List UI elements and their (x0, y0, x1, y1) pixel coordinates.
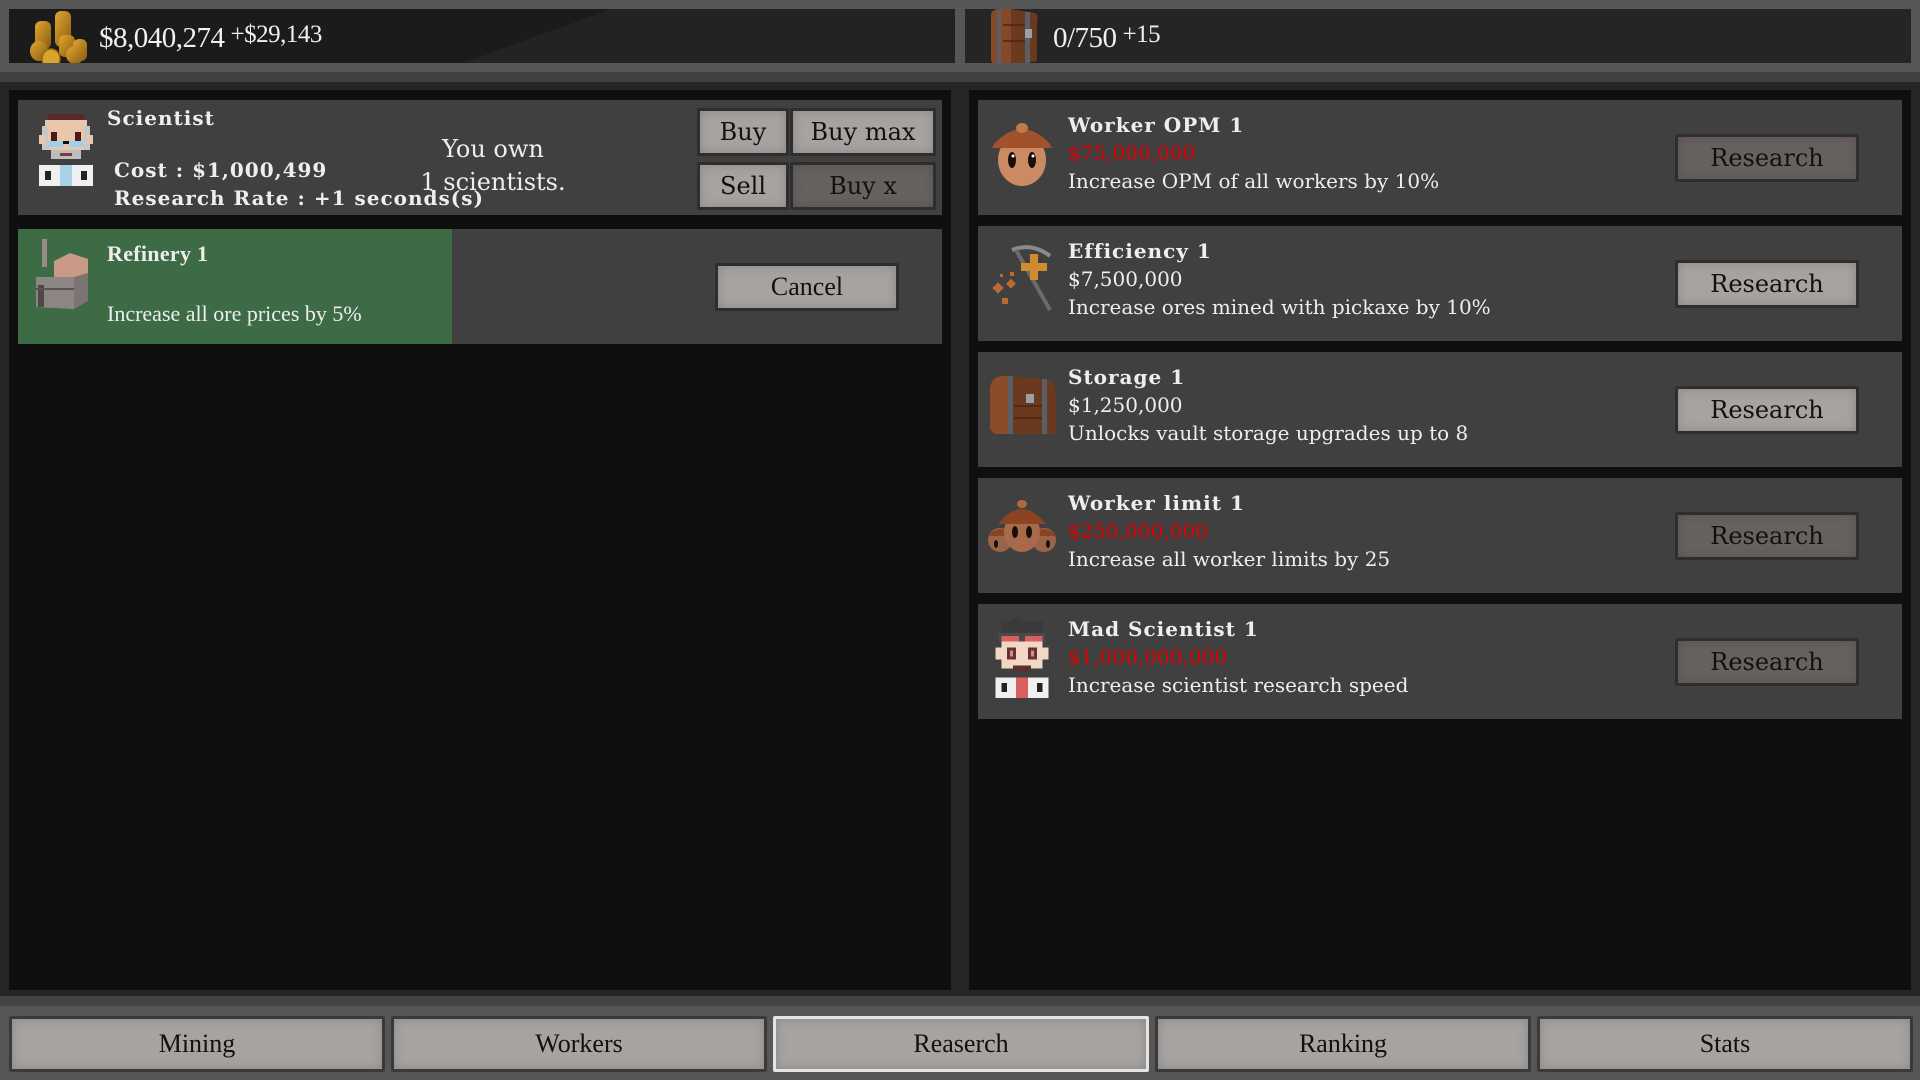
research-name: Storage 1 (1068, 365, 1186, 389)
research-price: $1,000,000,000 (1068, 645, 1228, 669)
research-description: Increase scientist research speed (1068, 673, 1409, 697)
research-item-mad-scientist: Mad Scientist 1 $1,000,000,000 Increase … (978, 604, 1902, 719)
research-list-panel: Worker OPM 1 $75,000,000 Increase OPM of… (960, 82, 1920, 996)
tab-workers[interactable]: Workers (391, 1016, 767, 1072)
scientist-avatar-icon (39, 114, 93, 186)
pickaxe-plus-icon (992, 245, 1052, 311)
buy-button[interactable]: Buy (697, 108, 789, 156)
bottom-navigation: Mining Workers Reaserch Ranking Stats (0, 996, 1920, 1080)
research-list[interactable]: Worker OPM 1 $75,000,000 Increase OPM of… (969, 90, 1911, 990)
research-description: Unlocks vault storage upgrades up to 8 (1068, 421, 1469, 445)
research-name: Efficiency 1 (1068, 239, 1212, 263)
research-name: Worker limit 1 (1068, 491, 1245, 515)
active-research-description: Increase all ore prices by 5% (107, 301, 362, 326)
research-description: Increase ores mined with pickaxe by 10% (1068, 295, 1491, 319)
scientist-panel: Scientist Cost : $1,000,499 Research Rat… (0, 82, 960, 996)
sell-button[interactable]: Sell (697, 162, 789, 210)
chest-icon (991, 9, 1038, 63)
research-price: $250,000,000 (1068, 519, 1208, 543)
chest-icon (990, 375, 1056, 434)
buy-x-button[interactable]: Buy x (790, 162, 936, 210)
mad-scientist-icon (995, 618, 1049, 698)
research-name: Mad Scientist 1 (1068, 617, 1259, 641)
research-description: Increase OPM of all workers by 10% (1068, 169, 1440, 193)
research-description: Increase all worker limits by 25 (1068, 547, 1391, 571)
bottom-divider (0, 996, 1920, 1006)
research-button[interactable]: Research (1675, 386, 1859, 434)
buy-max-button[interactable]: Buy max (790, 108, 936, 156)
active-research-name: Refinery 1 (107, 241, 209, 266)
owned-line-2: 1 scientists. (420, 168, 566, 196)
storage-display: 0/750 +15 (965, 9, 1911, 63)
top-bar: $8,040,274 +$29,143 0/750 +15 (0, 0, 1920, 82)
scientist-card: Scientist Cost : $1,000,499 Research Rat… (18, 100, 942, 215)
research-item-worker-limit: Worker limit 1 $250,000,000 Increase all… (978, 478, 1902, 593)
scientist-cost: Cost : $1,000,499 (114, 158, 328, 182)
money-display: $8,040,274 +$29,143 (9, 9, 955, 63)
worker-icon (992, 123, 1052, 186)
research-button[interactable]: Research (1675, 512, 1859, 560)
research-item-efficiency: Efficiency 1 $7,500,000 Increase ores mi… (978, 226, 1902, 341)
tab-research[interactable]: Reaserch (773, 1016, 1149, 1072)
research-name: Worker OPM 1 (1068, 113, 1245, 137)
scientist-panel-content[interactable]: Scientist Cost : $1,000,499 Research Rat… (9, 90, 951, 990)
research-price: $75,000,000 (1068, 141, 1196, 165)
research-price: $1,250,000 (1068, 393, 1183, 417)
research-button[interactable]: Research (1675, 260, 1859, 308)
scientist-title: Scientist (107, 106, 215, 130)
research-button[interactable]: Research (1675, 638, 1859, 686)
top-bar-divider (0, 72, 1920, 82)
research-price: $7,500,000 (1068, 267, 1183, 291)
scientist-owned-count: You own 1 scientists. (413, 133, 573, 199)
research-item-worker-opm: Worker OPM 1 $75,000,000 Increase OPM of… (978, 100, 1902, 215)
owned-line-1: You own (442, 135, 544, 163)
refinery-icon (36, 239, 88, 309)
research-button[interactable]: Research (1675, 134, 1859, 182)
cancel-research-button[interactable]: Cancel (715, 263, 899, 311)
storage-delta: +15 (1122, 21, 1161, 48)
money-delta: +$29,143 (230, 21, 323, 48)
research-item-storage: Storage 1 $1,250,000 Unlocks vault stora… (978, 352, 1902, 467)
active-research-card: Refinery 1 Increase all ore prices by 5%… (18, 229, 942, 344)
money-value: $8,040,274 (99, 22, 225, 54)
storage-value: 0/750 (1053, 22, 1117, 54)
tab-mining[interactable]: Mining (9, 1016, 385, 1072)
gold-coins-icon (30, 11, 87, 63)
tab-ranking[interactable]: Ranking (1155, 1016, 1531, 1072)
tab-stats[interactable]: Stats (1537, 1016, 1913, 1072)
worker-group-icon (988, 500, 1056, 552)
